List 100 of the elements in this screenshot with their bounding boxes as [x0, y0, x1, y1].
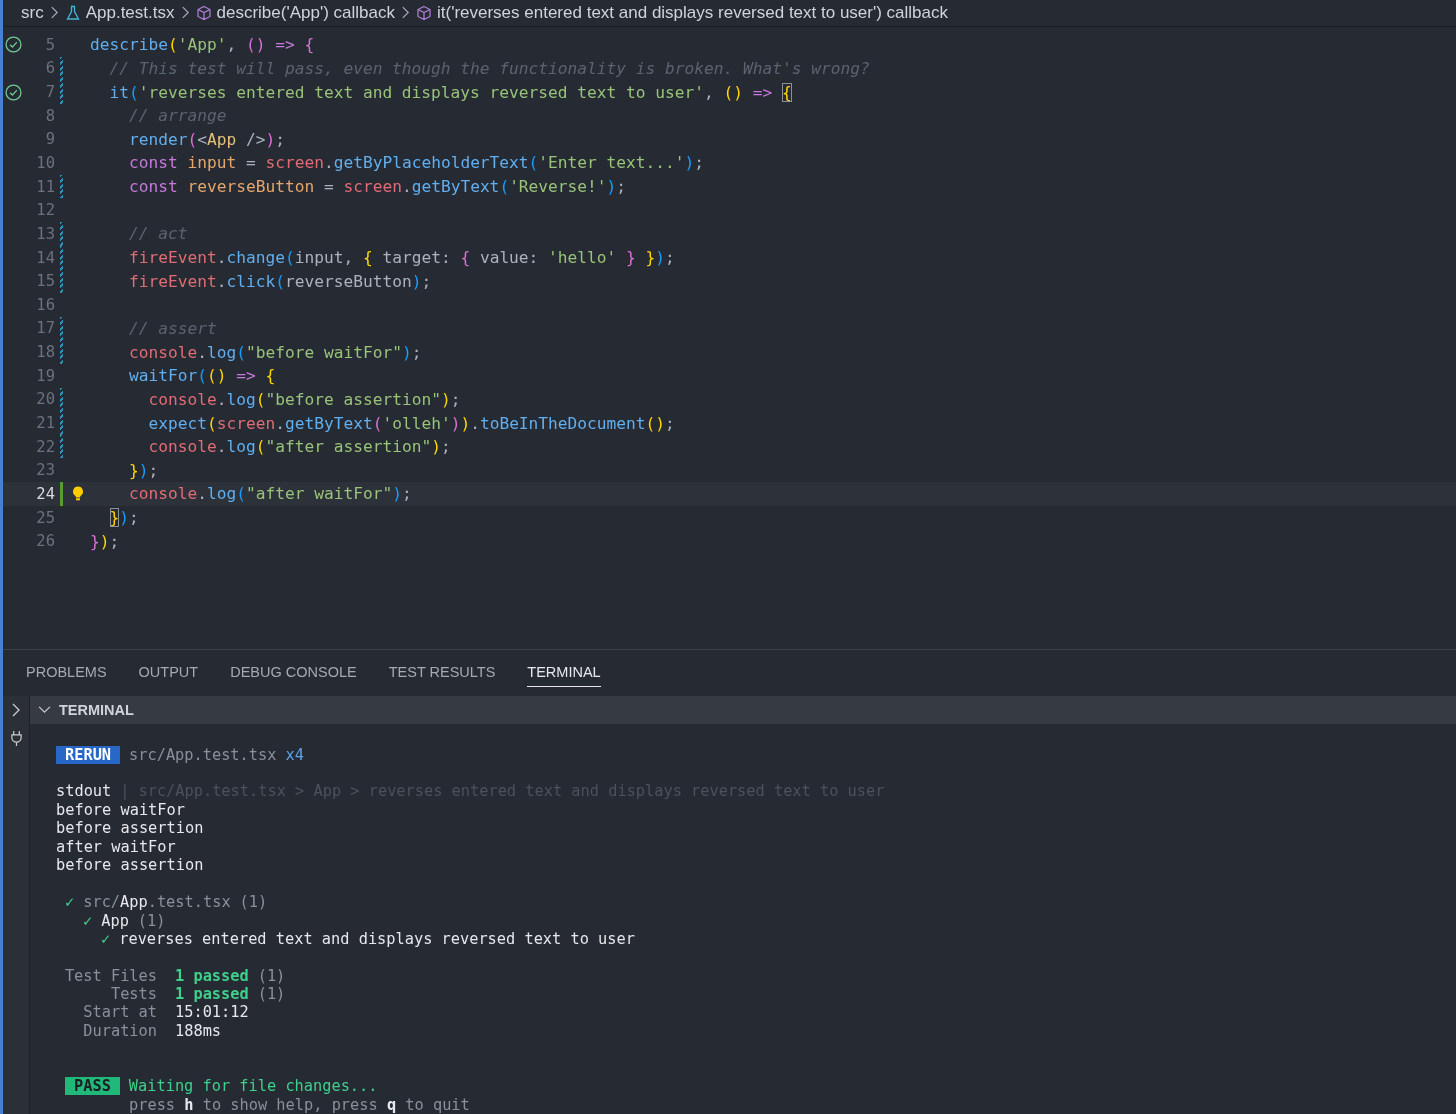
terminal-title: TERMINAL [59, 701, 134, 718]
line-number: 13 [35, 224, 55, 243]
line-number: 18 [35, 343, 55, 362]
code-line: // This test will pass, even though the functionality is broken. What's wrong? [108, 58, 870, 78]
line-number: 7 [44, 83, 55, 102]
output-line: after waitFor [56, 837, 177, 856]
code-line: expect(screen.getByText('olleh')).toBeInTheDocument(); [147, 413, 675, 433]
summary-count: (1) [257, 966, 286, 985]
output-line: before assertion [56, 855, 205, 875]
code-line: fireEvent.click(reverseButton); [127, 271, 432, 291]
panel-tab[interactable]: TERMINAL [527, 658, 601, 688]
chevron-right-icon [400, 6, 410, 20]
line-number: 22 [35, 437, 55, 456]
breadcrumb-item[interactable]: App.test.tsx [64, 2, 175, 23]
summary-value: 15:01:12 [175, 1003, 249, 1022]
rerun-badge: RERUN [56, 746, 121, 765]
cube-icon [195, 4, 212, 21]
code-line: waitFor(() => { [127, 366, 276, 386]
breadcrumb-item[interactable]: src [21, 2, 44, 23]
code-line: const input = screen.getByPlaceholderText('Enter text...'); [127, 153, 705, 173]
modified-line-marker[interactable] [60, 174, 63, 199]
summary-value: 188ms [175, 1021, 222, 1041]
test-passed-icon[interactable] [4, 83, 22, 101]
line-number: 5 [44, 35, 55, 54]
test-passed-icon[interactable] [4, 36, 22, 54]
pass-badge: PASS [65, 1077, 120, 1096]
line-number: 25 [35, 508, 55, 527]
modified-line-marker[interactable] [60, 340, 63, 364]
line-number: 9 [44, 130, 55, 149]
summary-count: (1) [257, 984, 286, 1004]
summary-value: 1 passed [175, 966, 249, 985]
modified-line-marker[interactable] [60, 269, 63, 293]
line-number: 10 [35, 153, 55, 172]
flask-icon [64, 4, 81, 21]
modified-line-marker[interactable] [60, 316, 63, 341]
code-line: render(<App />); [127, 129, 285, 149]
summary-value: 1 passed [175, 984, 249, 1004]
cube-icon [415, 4, 432, 21]
status-message: Waiting for file changes... [128, 1077, 378, 1096]
summary-label: Start at [82, 1003, 157, 1022]
output-line: before assertion [56, 819, 205, 838]
code-line: fireEvent.change(input, { target: { value: 'hello' } }); [127, 248, 675, 268]
line-number: 20 [35, 390, 55, 409]
panel-tab[interactable]: DEBUG CONSOLE [230, 658, 357, 688]
line-number: 14 [35, 248, 55, 267]
code-line: describe('App', () => { [90, 35, 315, 55]
panel-tab[interactable]: OUTPUT [138, 658, 199, 688]
line-number: 11 [35, 177, 55, 196]
test-name: src/App.test.tsx [83, 893, 231, 912]
separator: | [120, 782, 130, 801]
code-line: console.log("before waitFor"); [127, 342, 422, 362]
modified-line-marker[interactable] [60, 245, 63, 270]
code-line: console.log("before assertion"); [147, 389, 461, 409]
code-line: // arrange [127, 106, 227, 126]
code-line: }); [127, 460, 159, 480]
output-line: before waitFor [56, 800, 186, 820]
check-mark: ✓ [101, 930, 111, 949]
code-line: // act [127, 224, 188, 244]
line-number: 21 [35, 414, 55, 432]
modified-line-marker[interactable] [60, 222, 63, 246]
line-number: 24 [35, 484, 55, 503]
summary-label: Duration [82, 1021, 157, 1041]
check-mark: ✓ [83, 911, 93, 931]
code-line: }); [90, 531, 120, 551]
line-number: 26 [35, 532, 55, 551]
summary-label: Test Files [63, 966, 157, 985]
line-number: 6 [44, 59, 55, 78]
chevron-down-icon [38, 705, 51, 715]
summary-label: Tests [109, 984, 157, 1004]
code-line: console.log("after waitFor"); [127, 484, 412, 504]
added-line-marker[interactable] [60, 482, 63, 506]
line-number: 16 [35, 295, 55, 314]
help-text: press h to show help, press q to quit [129, 1095, 470, 1114]
code-line: const reverseButton = screen.getByText('Reverse!'); [127, 177, 627, 197]
file-path: src/App.test.tsx [129, 745, 277, 765]
breadcrumb-item[interactable]: it('reverses entered text and displays reversed text to user') callback [415, 2, 949, 23]
terminal-header[interactable]: TERMINAL [30, 695, 1456, 724]
panel-tab[interactable]: PROBLEMS [26, 658, 107, 688]
test-count: (1) [137, 911, 166, 931]
rerun-count: x4 [285, 745, 304, 765]
test-name: App [101, 911, 129, 931]
modified-line-marker[interactable] [60, 387, 63, 412]
chevron-right-icon [49, 6, 59, 20]
code-line: console.log("after assertion"); [147, 437, 451, 457]
plug-icon[interactable] [9, 729, 23, 747]
modified-line-marker[interactable] [60, 56, 63, 81]
chevron-right-icon [180, 6, 190, 20]
modified-line-marker[interactable] [60, 411, 63, 435]
test-count: (1) [239, 893, 268, 912]
modified-line-marker[interactable] [60, 80, 63, 104]
modified-line-marker[interactable] [60, 434, 63, 459]
stdout-label: stdout [56, 782, 112, 801]
lightbulb-icon[interactable] [70, 485, 86, 503]
code-line: // assert [127, 318, 217, 338]
panel-tab[interactable]: TEST RESULTS [388, 658, 496, 688]
test-name: reverses entered text and displays reversed text to user [119, 930, 635, 949]
line-number: 17 [35, 319, 55, 338]
line-number: 19 [35, 366, 55, 385]
chevron-right-icon[interactable] [11, 702, 21, 717]
breadcrumb-item[interactable]: describe('App') callback [195, 2, 395, 23]
